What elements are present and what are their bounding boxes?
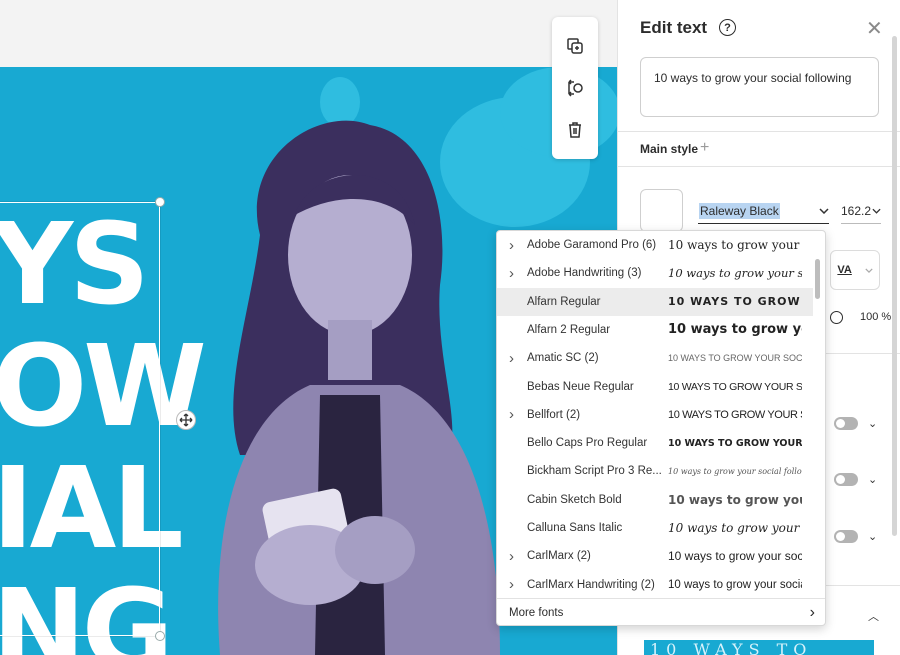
chevron-right-icon[interactable]: › [509, 576, 514, 593]
chevron-down-icon[interactable]: ⌄ [868, 530, 877, 543]
close-icon[interactable]: ✕ [866, 16, 883, 41]
font-option-name: CarlMarx (2) [527, 550, 591, 563]
font-option[interactable]: Calluna Sans Italic 10 ways to grow your … [497, 514, 813, 542]
font-option-preview: 10 ways to grow your social following [668, 466, 802, 476]
effect-toggle[interactable] [834, 417, 858, 430]
font-option[interactable]: Bello Caps Pro Regular 10 WAYS TO GROW YO… [497, 429, 813, 457]
font-option-name: Adobe Handwriting (3) [527, 267, 642, 280]
font-option-preview: 10 ways to grow your social following [668, 266, 802, 281]
font-option[interactable]: Cabin Sketch Bold 10 ways to grow your so… [497, 486, 813, 514]
chevron-down-icon[interactable]: ⌄ [868, 417, 877, 430]
text-content-field[interactable]: 10 ways to grow your social following [640, 57, 879, 117]
font-option-name: Cabin Sketch Bold [527, 493, 622, 506]
font-option-name: Adobe Garamond Pro (6) [527, 239, 657, 251]
person-photo [218, 120, 500, 655]
dropdown-scrollbar[interactable] [815, 259, 820, 299]
chevron-down-icon [864, 267, 873, 273]
help-icon[interactable]: ? [719, 19, 736, 36]
font-option-name: Calluna Sans Italic [527, 522, 623, 534]
opacity-icon [830, 311, 843, 324]
duplicate-icon[interactable] [560, 31, 590, 61]
chevron-right-icon[interactable]: › [509, 548, 514, 565]
panel-scrollbar[interactable] [892, 36, 897, 536]
chevron-right-icon: › [809, 604, 815, 621]
font-option-name: Bebas Neue Regular [527, 380, 634, 393]
font-option-preview: 10 ways to grow your social following [668, 521, 802, 535]
letter-spacing-icon: VA [837, 264, 852, 276]
font-option[interactable]: › CarlMarx Handwriting (2) 10 ways to grow… [497, 571, 813, 599]
font-option-preview: 10 WAYS TO GROW YOUR SOCIAL FOLLOWING [668, 353, 802, 364]
font-option-preview: 10 WAYS TO GROW YOUR SOCIAL FOLLOWING [668, 295, 802, 309]
font-option-preview: 10 WAYS TO GROW YOUR SOCIAL FOLLOWING [668, 380, 802, 393]
font-option-preview: 10 ways to grow your social following [668, 578, 802, 591]
font-option-name: Alfarn 2 Regular [527, 323, 611, 336]
divider [618, 166, 900, 167]
text-selection-box[interactable] [0, 197, 165, 641]
font-option[interactable]: › Amatic SC (2) 10 WAYS TO GROW YOUR SOCIA… [497, 344, 813, 372]
main-style-label: Main style [640, 142, 699, 156]
more-fonts-label: More fonts [509, 607, 564, 619]
floating-toolbar [552, 17, 598, 159]
effect-toggle[interactable] [834, 473, 858, 486]
chevron-right-icon[interactable]: › [509, 237, 514, 254]
chevron-down-icon[interactable]: ⌄ [868, 473, 877, 486]
more-fonts-button[interactable]: More fonts › [497, 598, 825, 625]
font-option-name: Bickham Script Pro 3 Re... [527, 465, 662, 478]
chevron-up-icon[interactable]: ︿ [868, 608, 879, 624]
font-option[interactable]: Bebas Neue Regular 10 WAYS TO GROW YOUR S… [497, 373, 813, 401]
font-option[interactable]: Alfarn 2 Regular 10 ways to grow your soc… [497, 316, 813, 344]
font-option-preview: 10 ways to grow your social following [668, 238, 802, 252]
style-preview-thumbnail[interactable]: 10 WAYS TO [644, 640, 874, 655]
font-family-value[interactable]: Raleway Black [699, 202, 780, 219]
font-option-name: Bello Caps Pro Regular [527, 437, 648, 450]
opacity-value[interactable]: 100 % [860, 311, 891, 323]
font-size-value[interactable]: 162.2 [841, 204, 871, 218]
font-option[interactable]: Alfarn Regular 10 WAYS TO GROW YOUR SOCIA… [497, 287, 813, 316]
add-style-icon[interactable]: + [700, 139, 709, 157]
divider [618, 131, 900, 132]
text-color-swatch[interactable] [640, 189, 683, 232]
effect-toggle[interactable] [834, 530, 858, 543]
chevron-right-icon[interactable]: › [509, 406, 514, 423]
font-dropdown: › Adobe Garamond Pro (6) 10 ways to grow y… [496, 230, 826, 626]
chevron-down-icon [819, 207, 829, 214]
chevron-down-icon [872, 208, 881, 214]
resize-handle[interactable] [155, 631, 165, 641]
canvas-background [0, 0, 617, 67]
font-size-select[interactable]: 162.2 [841, 198, 881, 224]
font-option-preview: 10 WAYS TO GROW YOUR SOCIAL FOLLOWING [668, 437, 802, 449]
font-option-preview: 10 ways to grow your social following [668, 322, 802, 338]
font-option-name: Amatic SC (2) [527, 352, 599, 365]
font-option-preview: 10 ways to grow your social following [668, 492, 802, 507]
panel-title: Edit text [640, 18, 708, 37]
font-option[interactable]: › CarlMarx (2) 10 ways to grow your social… [497, 542, 813, 570]
font-option[interactable]: › Bellfort (2) 10 WAYS TO GROW YOUR SOCIAL… [497, 401, 813, 429]
font-family-select[interactable]: Raleway Black [698, 198, 829, 224]
font-option[interactable]: › Adobe Handwriting (3) 10 ways to grow yo… [497, 259, 813, 287]
chevron-right-icon[interactable]: › [509, 265, 514, 282]
font-option-name: Bellfort (2) [527, 408, 581, 421]
font-option-name: Alfarn Regular [527, 295, 601, 308]
font-option[interactable]: Bickham Script Pro 3 Re... 10 ways to gro… [497, 457, 813, 485]
letter-spacing-button[interactable]: VA [830, 250, 880, 290]
move-icon[interactable] [176, 410, 196, 430]
trash-icon[interactable] [560, 115, 590, 145]
font-option[interactable]: › Adobe Garamond Pro (6) 10 ways to grow y… [497, 231, 813, 259]
resize-handle[interactable] [155, 197, 165, 207]
reorder-icon[interactable] [560, 73, 590, 103]
font-option-name: CarlMarx Handwriting (2) [527, 578, 655, 591]
font-option-preview: 10 WAYS TO GROW YOUR SOCIAL FOLLOWING [668, 408, 802, 421]
chevron-right-icon[interactable]: › [509, 350, 514, 367]
font-option-preview: 10 ways to grow your social following [668, 549, 802, 564]
